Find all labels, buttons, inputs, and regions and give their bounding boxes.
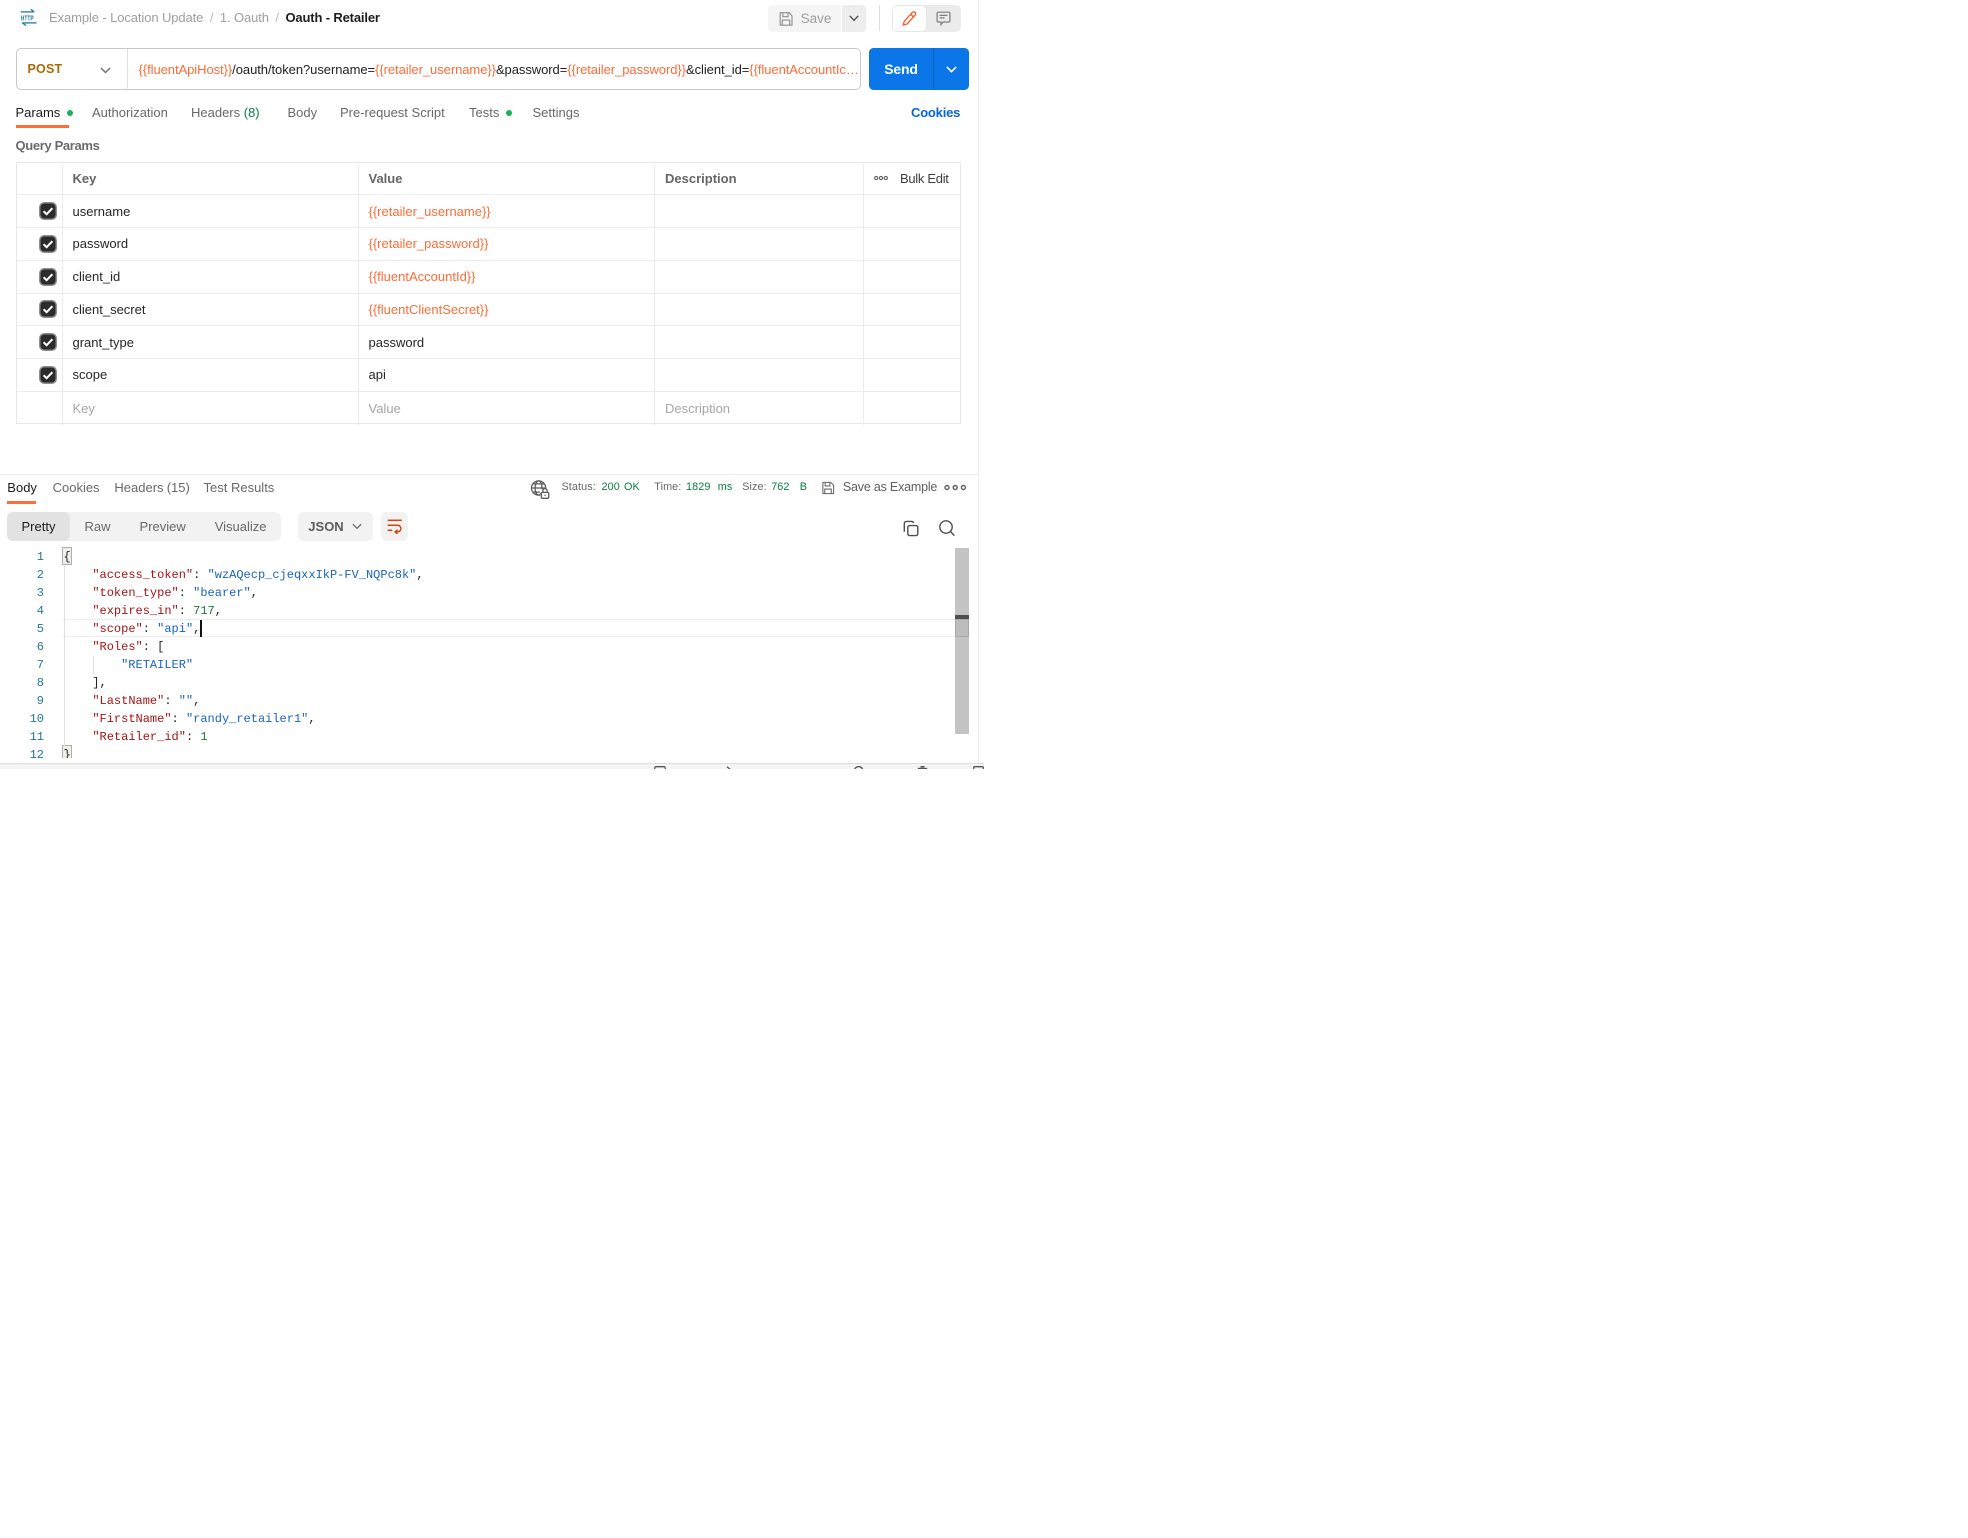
svg-text:HTTP: HTTP [20,13,33,22]
